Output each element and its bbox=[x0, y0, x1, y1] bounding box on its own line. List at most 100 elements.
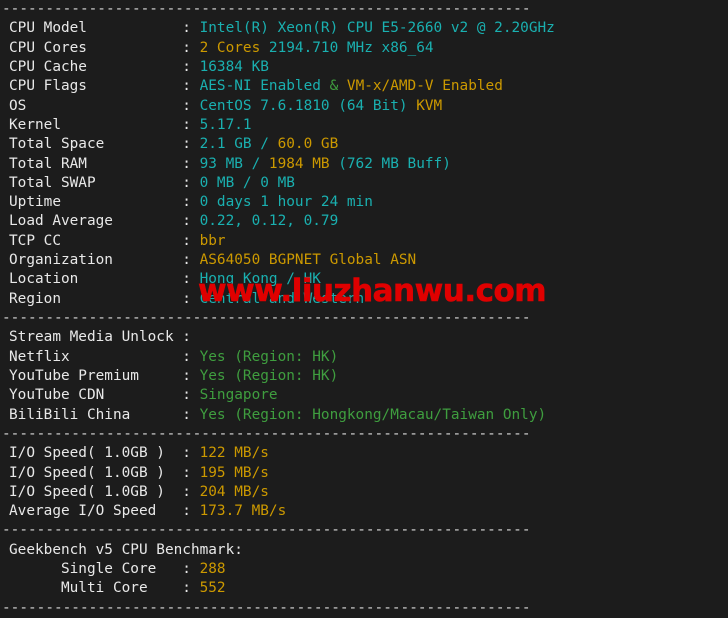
row-io-speed-0: I/O Speed( 1.0GB ) : 122 MB/s bbox=[0, 444, 728, 463]
row-label: Total RAM bbox=[9, 155, 183, 172]
row-system-info-6: Total Space : 2.1 GB / 60.0 GB bbox=[0, 135, 728, 154]
separator-line-2: ----------------------------------------… bbox=[2, 425, 531, 442]
row-colon: : bbox=[182, 194, 200, 211]
row-system-info-2: CPU Cache : 16384 KB bbox=[0, 58, 728, 77]
row-value-segment-0: 288 bbox=[199, 561, 226, 578]
row-io-speed-1: I/O Speed( 1.0GB ) : 195 MB/s bbox=[0, 464, 728, 483]
row-colon: : bbox=[182, 174, 200, 191]
row-colon: : bbox=[182, 445, 200, 462]
row-colon: : bbox=[182, 290, 200, 307]
row-value-segment-0: 0 MB / 0 MB bbox=[199, 174, 295, 191]
row-colon: : bbox=[182, 387, 200, 404]
row-value-segment-0: AS64050 BGPNET Global ASN bbox=[199, 252, 417, 269]
row-value-segment-1: & bbox=[329, 78, 347, 95]
row-value-segment-0: Yes (Region: HK) bbox=[199, 367, 339, 384]
row-value-segment-0: 2 Cores bbox=[199, 39, 269, 56]
row-value-segment-1: KVM bbox=[416, 97, 443, 114]
separator-line-0: ----------------------------------------… bbox=[2, 1, 531, 17]
row-label: CPU Model bbox=[9, 20, 183, 37]
row-label: Stream Media Unlock bbox=[9, 329, 183, 346]
row-system-info-5: Kernel : 5.17.1 bbox=[0, 116, 728, 135]
row-label: CPU Flags bbox=[9, 78, 183, 95]
row-colon: : bbox=[182, 116, 200, 133]
row-value-segment-0: CentOS 7.6.1810 (64 Bit) bbox=[199, 97, 417, 114]
row-value-segment-0: 93 MB / bbox=[199, 155, 269, 172]
row-colon: : bbox=[182, 483, 200, 500]
row-label: TCP CC bbox=[9, 232, 183, 249]
row-value-segment-1: 1984 MB bbox=[268, 155, 339, 172]
row-system-info-4: OS : CentOS 7.6.1810 (64 Bit) KVM bbox=[0, 97, 728, 116]
row-value-segment-0: Singapore bbox=[199, 387, 278, 404]
row-value-segment-0: 122 MB/s bbox=[199, 445, 269, 462]
row-label: Total Space bbox=[9, 136, 183, 153]
row-label: BiliBili China bbox=[9, 406, 183, 423]
row-label: CPU Cache bbox=[9, 58, 183, 75]
row-system-info-12: Organization : AS64050 BGPNET Global ASN bbox=[0, 251, 728, 270]
row-stream-media-unlock-1: Netflix : Yes (Region: HK) bbox=[0, 348, 728, 367]
row-label: I/O Speed( 1.0GB ) bbox=[9, 464, 183, 481]
row-colon: : bbox=[182, 464, 200, 481]
row-value-segment-0: AES-NI Enabled bbox=[199, 78, 330, 95]
row-system-info-14: Region : Central and Western bbox=[0, 290, 728, 309]
row-colon: : bbox=[182, 155, 200, 172]
row-colon: : bbox=[182, 580, 200, 597]
row-colon: : bbox=[182, 232, 200, 249]
row-value-segment-0: bbr bbox=[199, 232, 226, 249]
terminal-window: ----------------------------------------… bbox=[0, 0, 728, 616]
row-system-info-8: Total SWAP : 0 MB / 0 MB bbox=[0, 174, 728, 193]
row-colon: : bbox=[182, 58, 200, 75]
row-value-segment-0: 5.17.1 bbox=[199, 116, 252, 133]
row-value-segment-2: VM-x/AMD-V Enabled bbox=[346, 78, 503, 95]
row-colon: : bbox=[182, 271, 200, 288]
separator-line-4: ----------------------------------------… bbox=[2, 599, 531, 616]
row-value-segment-0: Intel(R) Xeon(R) CPU E5-2660 v2 @ 2.20GH… bbox=[199, 20, 555, 37]
geekbench-heading: Geekbench v5 CPU Benchmark: bbox=[0, 541, 728, 560]
row-system-info-0: CPU Model : Intel(R) Xeon(R) CPU E5-2660… bbox=[0, 19, 728, 38]
row-colon: : bbox=[182, 136, 200, 153]
row-label: Uptime bbox=[9, 194, 183, 211]
row-label: YouTube CDN bbox=[9, 387, 183, 404]
row-colon: : bbox=[182, 406, 200, 423]
row-stream-media-unlock-4: BiliBili China : Yes (Region: Hongkong/M… bbox=[0, 406, 728, 425]
row-label: Region bbox=[9, 290, 183, 307]
row-colon: : bbox=[182, 329, 200, 346]
row-value-segment-1: 2194.710 MHz x86_64 bbox=[268, 39, 434, 56]
row-label: I/O Speed( 1.0GB ) bbox=[9, 483, 183, 500]
row-system-info-11: TCP CC : bbr bbox=[0, 232, 728, 251]
row-label: Load Average bbox=[9, 213, 183, 230]
row-label: Average I/O Speed bbox=[9, 503, 183, 520]
row-value-segment-0: Yes (Region: Hongkong/Macau/Taiwan Only) bbox=[199, 406, 547, 423]
row-colon: : bbox=[182, 97, 200, 114]
row-system-info-3: CPU Flags : AES-NI Enabled & VM-x/AMD-V … bbox=[0, 77, 728, 96]
heading-text: Geekbench v5 CPU Benchmark: bbox=[9, 541, 243, 558]
row-system-info-9: Uptime : 0 days 1 hour 24 min bbox=[0, 193, 728, 212]
row-label: Total SWAP bbox=[9, 174, 183, 191]
row-io-speed-3: Average I/O Speed : 173.7 MB/s bbox=[0, 502, 728, 521]
row-colon: : bbox=[182, 213, 200, 230]
row-colon: : bbox=[182, 561, 200, 578]
row-label: CPU Cores bbox=[9, 39, 183, 56]
row-stream-media-unlock-2: YouTube Premium : Yes (Region: HK) bbox=[0, 367, 728, 386]
row-colon: : bbox=[182, 39, 200, 56]
row-value-segment-0: 552 bbox=[199, 580, 226, 597]
row-geekbench-0: Single Core : 288 bbox=[0, 560, 728, 579]
row-geekbench-1: Multi Core : 552 bbox=[0, 579, 728, 598]
row-label: Single Core bbox=[9, 561, 183, 578]
row-stream-media-unlock-0: Stream Media Unlock : bbox=[0, 328, 728, 347]
separator-line-3: ----------------------------------------… bbox=[2, 522, 531, 539]
row-value-segment-1: 60.0 GB bbox=[277, 136, 339, 153]
row-colon: : bbox=[182, 367, 200, 384]
row-system-info-1: CPU Cores : 2 Cores 2194.710 MHz x86_64 bbox=[0, 39, 728, 58]
separator-line-1: ----------------------------------------… bbox=[2, 310, 531, 326]
row-value-segment-0: 0 days 1 hour 24 min bbox=[199, 194, 373, 211]
row-value-segment-0: 204 MB/s bbox=[199, 483, 269, 500]
row-colon: : bbox=[182, 252, 200, 269]
row-value-segment-0: 195 MB/s bbox=[199, 464, 269, 481]
row-value-segment-0: Hong Kong / HK bbox=[199, 271, 321, 288]
row-value-segment-0: 16384 KB bbox=[199, 58, 269, 75]
row-label: Organization bbox=[9, 252, 183, 269]
row-value-segment-0: 173.7 MB/s bbox=[199, 503, 287, 520]
row-label: Netflix bbox=[9, 348, 183, 365]
row-io-speed-2: I/O Speed( 1.0GB ) : 204 MB/s bbox=[0, 483, 728, 502]
row-value-segment-0: 0.22, 0.12, 0.79 bbox=[199, 213, 339, 230]
